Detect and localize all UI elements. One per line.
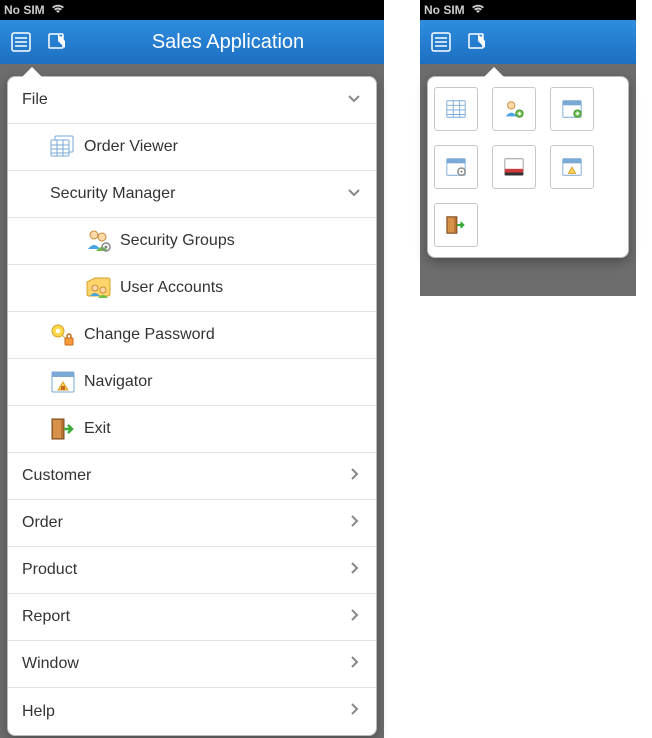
menu-user-accounts[interactable]: User Accounts bbox=[8, 265, 376, 312]
menu-list-button[interactable] bbox=[6, 27, 36, 57]
menu-window[interactable]: Window bbox=[8, 641, 376, 688]
menu-product-label: Product bbox=[22, 561, 77, 579]
change-password-icon bbox=[50, 322, 76, 348]
menu-file[interactable]: File bbox=[8, 77, 376, 124]
chevron-right-icon bbox=[346, 701, 362, 722]
menu-product[interactable]: Product bbox=[8, 547, 376, 594]
wifi-icon bbox=[471, 3, 485, 17]
order-viewer-icon bbox=[50, 134, 76, 160]
menu-order-viewer[interactable]: Order Viewer bbox=[8, 124, 376, 171]
grid-change-password[interactable] bbox=[434, 145, 478, 189]
chevron-right-icon bbox=[346, 466, 362, 487]
menu-order-label: Order bbox=[22, 514, 63, 532]
menu-file-label: File bbox=[22, 91, 48, 109]
grid-exit[interactable] bbox=[434, 203, 478, 247]
menu-user-accounts-label: User Accounts bbox=[120, 279, 223, 297]
menu-security-groups[interactable]: Security Groups bbox=[8, 218, 376, 265]
menu-navigator[interactable]: Navigator bbox=[8, 359, 376, 406]
grid-order-viewer[interactable] bbox=[434, 87, 478, 131]
menu-exit-label: Exit bbox=[84, 420, 111, 438]
menu-order-viewer-label: Order Viewer bbox=[84, 138, 178, 156]
menu-security-manager-label: Security Manager bbox=[50, 185, 175, 203]
chevron-down-icon bbox=[346, 184, 362, 205]
phone-left: No SIM Sales Application File Order View… bbox=[0, 0, 384, 738]
menu-report[interactable]: Report bbox=[8, 594, 376, 641]
grid-user-accounts[interactable] bbox=[550, 87, 594, 131]
chevron-right-icon bbox=[346, 560, 362, 581]
chevron-right-icon bbox=[346, 607, 362, 628]
wifi-icon bbox=[51, 3, 65, 17]
chevron-down-icon bbox=[346, 90, 362, 111]
menu-exit[interactable]: Exit bbox=[8, 406, 376, 453]
no-sim-label: No SIM bbox=[4, 3, 45, 17]
menu-list-button[interactable] bbox=[426, 27, 456, 57]
status-bar: No SIM bbox=[420, 0, 636, 20]
status-bar: No SIM bbox=[0, 0, 384, 20]
shortcut-grid bbox=[428, 77, 628, 257]
menu-grid-button[interactable] bbox=[42, 27, 72, 57]
app-title: Sales Application bbox=[78, 31, 378, 54]
menu-change-password[interactable]: Change Password bbox=[8, 312, 376, 359]
menu-customer-label: Customer bbox=[22, 467, 91, 485]
exit-icon bbox=[50, 416, 76, 442]
menu-change-password-label: Change Password bbox=[84, 326, 215, 344]
grid-report[interactable] bbox=[492, 145, 536, 189]
menu-help-label: Help bbox=[22, 703, 55, 721]
menu-report-label: Report bbox=[22, 608, 70, 626]
menu-customer[interactable]: Customer bbox=[8, 453, 376, 500]
menu-popover: File Order Viewer Security Manager Secur… bbox=[7, 76, 377, 736]
navigator-icon bbox=[50, 369, 76, 395]
grid-popover bbox=[427, 76, 629, 258]
menu-security-manager[interactable]: Security Manager bbox=[8, 171, 376, 218]
menu-security-groups-label: Security Groups bbox=[120, 232, 235, 250]
chevron-right-icon bbox=[346, 513, 362, 534]
menu-help[interactable]: Help bbox=[8, 688, 376, 735]
menu-window-label: Window bbox=[22, 655, 79, 673]
menu-order[interactable]: Order bbox=[8, 500, 376, 547]
grid-navigator[interactable] bbox=[550, 145, 594, 189]
security-groups-icon bbox=[86, 228, 112, 254]
top-bar: Sales Application bbox=[0, 20, 384, 64]
top-bar bbox=[420, 20, 636, 64]
menu-grid-button[interactable] bbox=[462, 27, 492, 57]
grid-security-groups[interactable] bbox=[492, 87, 536, 131]
user-accounts-icon bbox=[86, 275, 112, 301]
menu-navigator-label: Navigator bbox=[84, 373, 152, 391]
no-sim-label: No SIM bbox=[424, 3, 465, 17]
chevron-right-icon bbox=[346, 654, 362, 675]
phone-right: No SIM bbox=[420, 0, 636, 296]
